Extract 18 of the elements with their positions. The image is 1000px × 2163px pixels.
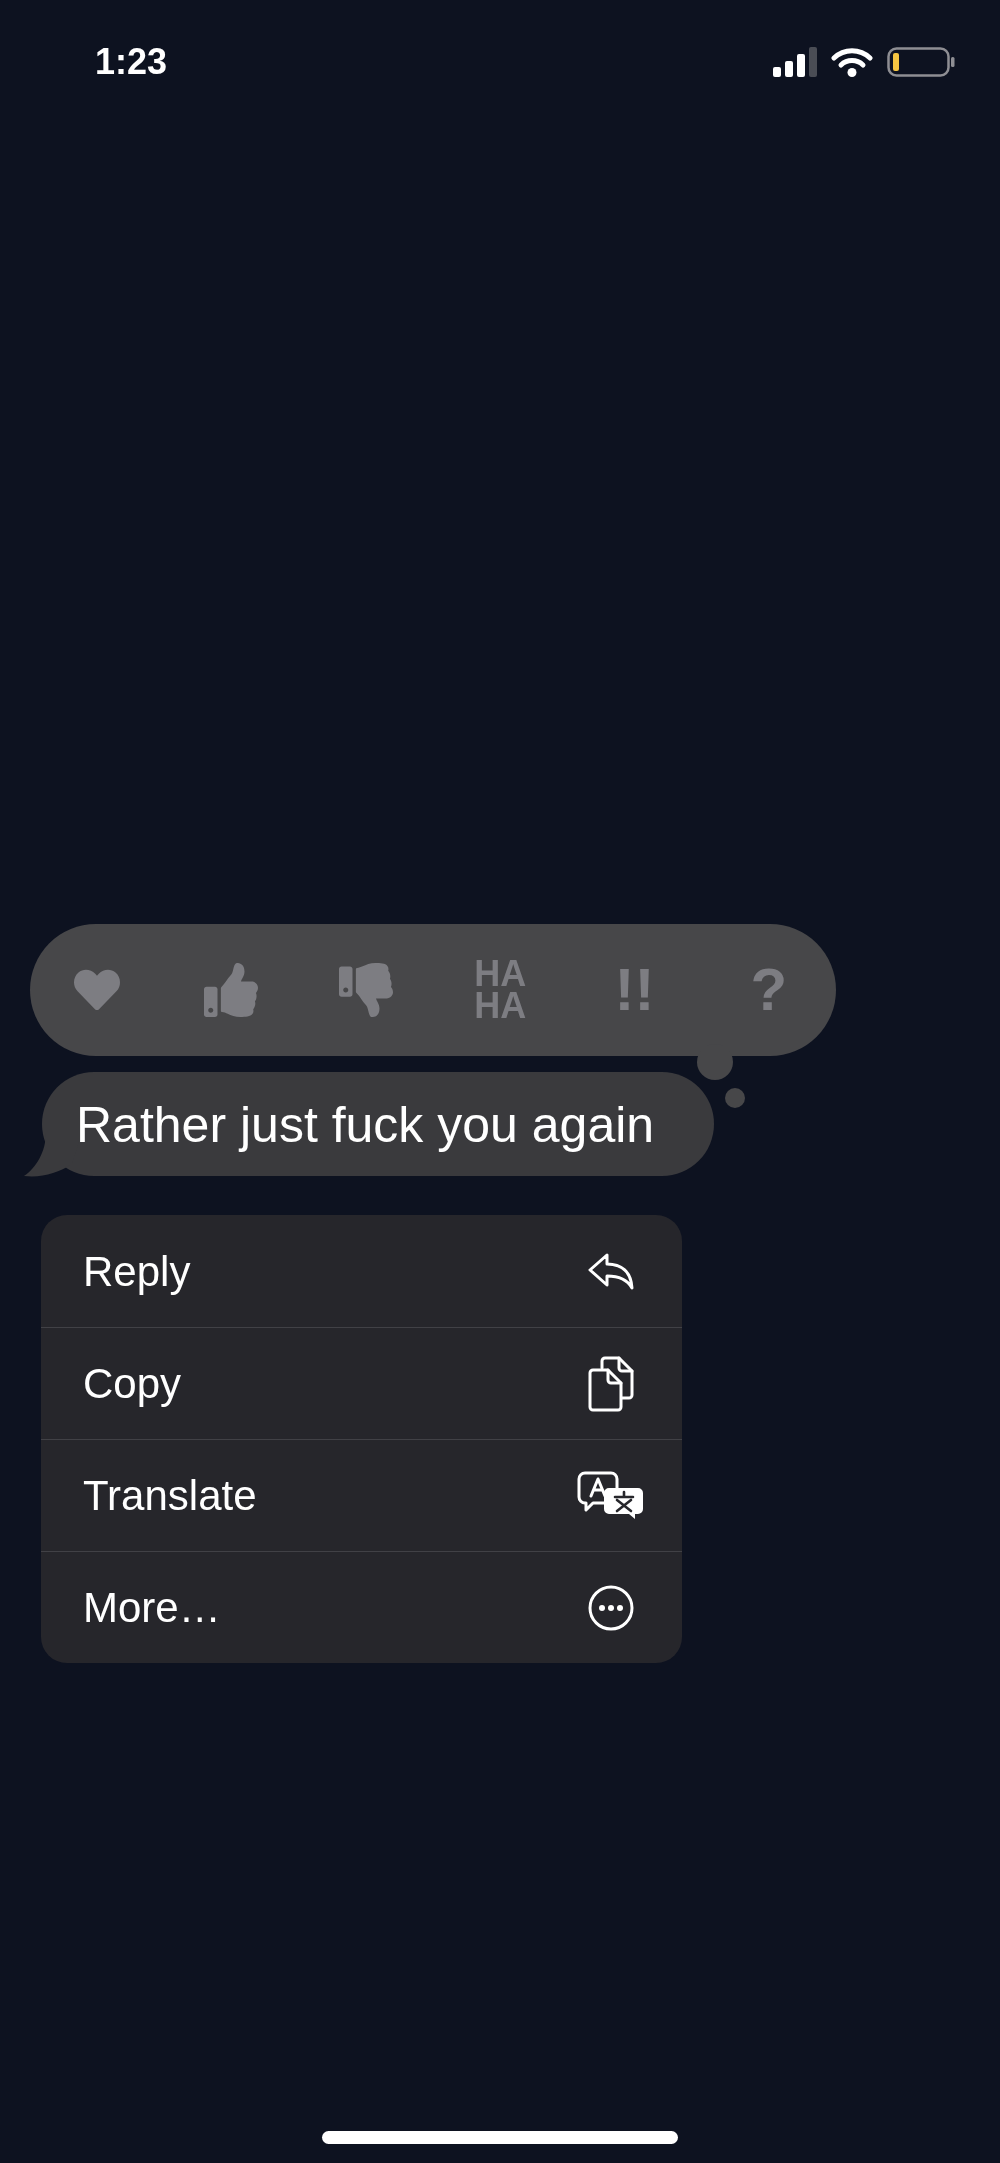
reaction-button[interactable] [74, 967, 121, 1013]
thumbs-up-icon [204, 963, 259, 1017]
wifi-icon [831, 47, 873, 77]
thumbs-down-icon [338, 963, 393, 1017]
documents-icon [588, 1355, 634, 1412]
menu-item[interactable]: Copy [41, 1327, 682, 1439]
more-icon [588, 1584, 634, 1631]
reaction-button[interactable] [204, 963, 259, 1017]
menu-item[interactable]: Translate [41, 1439, 682, 1551]
signal-icon [773, 47, 817, 77]
status-time: 1:23 [95, 44, 168, 80]
reaction-button[interactable] [338, 963, 393, 1017]
heart-icon [74, 967, 121, 1013]
menu-item[interactable]: More… [41, 1551, 682, 1663]
menu-item[interactable]: Reply [41, 1215, 682, 1327]
reply-arrow-icon [587, 1251, 635, 1291]
battery-icon [887, 47, 955, 77]
speech-bubbles-icon [577, 1470, 645, 1521]
